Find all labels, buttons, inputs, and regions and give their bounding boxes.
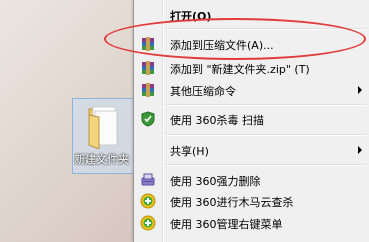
winrar-icon [142,61,154,75]
menu-item-add-zip-label: 添加到 "新建文件夹.zip" (T) [170,63,310,76]
menu-item-other-compress-label: 其他压缩命令 [170,85,236,98]
menu-item-force-delete[interactable]: 使用 360强力删除 [134,169,369,191]
submenu-arrow-icon [358,86,362,94]
desktop-folder[interactable]: 新建文件夹 [72,98,138,174]
folder-icon [88,106,118,149]
menu-item-manage-menu-label: 使用 360管理右键菜单 [170,218,283,231]
menu-separator [166,134,366,136]
menu-item-add-zip[interactable]: 添加到 "新建文件夹.zip" (T) [134,57,369,79]
360-plus-icon [140,193,156,209]
menu-item-share[interactable]: 共享(H) [134,139,369,161]
menu-item-other-compress[interactable]: 其他压缩命令 [134,79,369,101]
360-plus-icon [140,215,156,231]
menu-item-360-scan[interactable]: 使用 360杀毒 扫描 [134,108,369,130]
menu-separator [166,104,366,106]
winrar-icon [142,83,154,97]
menu-item-trojan-scan-label: 使用 360进行木马云查杀 [170,196,294,209]
menu-item-360-scan-label: 使用 360杀毒 扫描 [170,114,264,127]
menu-item-force-delete-label: 使用 360强力删除 [170,175,261,188]
shredder-icon [141,173,155,186]
menu-item-trojan-scan[interactable]: 使用 360进行木马云查杀 [134,190,369,212]
menu-separator [166,164,366,166]
submenu-arrow-icon [358,146,362,154]
shield-icon [141,111,155,127]
menu-item-manage-menu[interactable]: 使用 360管理右键菜单 [134,212,369,234]
highlight-ring-annotation [104,18,366,60]
menu-item-share-label: 共享(H) [170,145,209,158]
